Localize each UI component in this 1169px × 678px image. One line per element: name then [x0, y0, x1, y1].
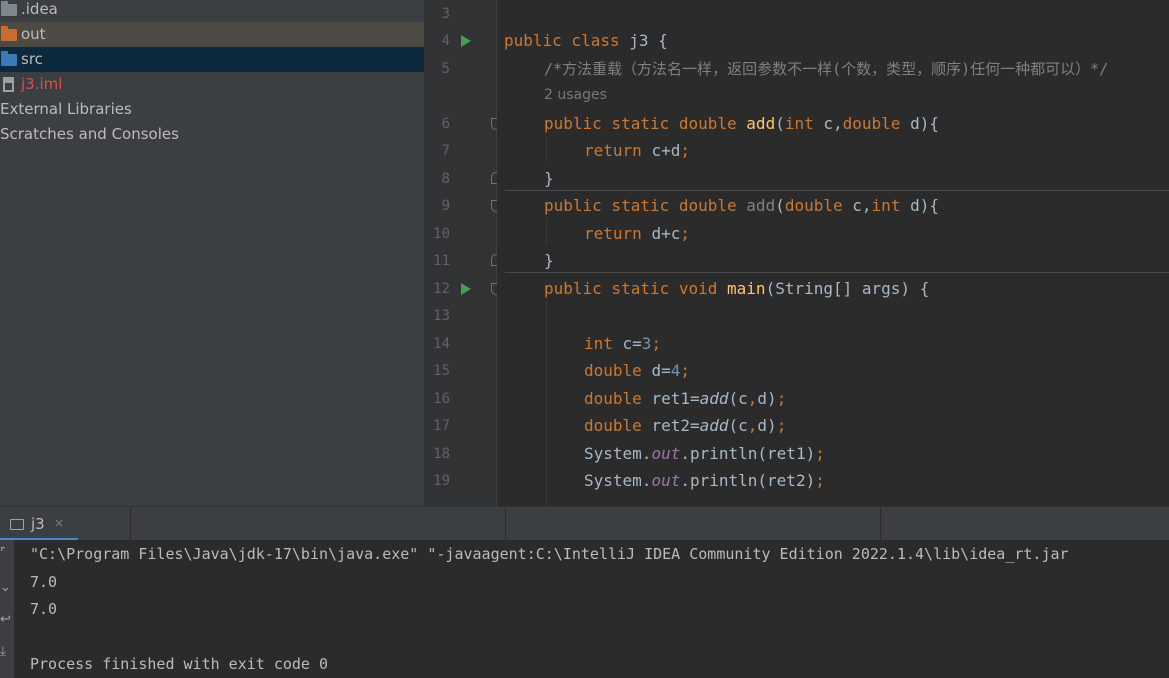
console-line: "C:\Program Files\Java\jdk-17\bin\java.e…: [30, 545, 1069, 563]
indent-guide: [546, 302, 547, 506]
code-line-11: }: [544, 251, 554, 270]
code-line-15: double d=4;: [584, 361, 690, 380]
code-line-10: return d+c;: [584, 224, 690, 243]
code-line-4: public class j3 {: [504, 31, 668, 50]
folder-icon: [1, 26, 17, 41]
code-line-16: double ret1=add(c,d);: [584, 389, 787, 408]
project-tool-window: .idea out src j3.iml External Libraries …: [0, 0, 424, 506]
line-number: 6: [441, 116, 450, 132]
tree-item-out[interactable]: out: [0, 22, 424, 47]
toolbar-divider: [130, 507, 131, 541]
line-number: 15: [433, 363, 450, 379]
line-number: 5: [441, 61, 450, 77]
run-tab[interactable]: j3 ×: [0, 507, 78, 541]
code-line-7: return c+d;: [584, 141, 690, 160]
usages-hint[interactable]: 2 usages: [544, 87, 607, 103]
console-output[interactable]: "C:\Program Files\Java\jdk-17\bin\java.e…: [14, 540, 1169, 678]
line-number: 4: [441, 33, 450, 49]
scroll-to-end-icon[interactable]: ⤓: [0, 644, 6, 659]
rerun-icon[interactable]: ⌃: [0, 542, 15, 560]
line-number: 12: [433, 281, 450, 297]
line-number: 13: [433, 308, 450, 324]
tree-item-label: .idea: [21, 0, 58, 18]
console-icon: [10, 519, 24, 530]
console-line: Process finished with exit code 0: [30, 655, 329, 673]
code-line-17: double ret2=add(c,d);: [584, 416, 787, 435]
soft-wrap-icon[interactable]: ↩: [0, 612, 11, 627]
line-number: 11: [433, 253, 450, 269]
tree-item-label: src: [21, 50, 43, 68]
code-line-6: public static double add(int c,double d)…: [544, 114, 939, 133]
run-main-icon[interactable]: [461, 283, 471, 295]
stop-icon[interactable]: ⌄: [0, 580, 11, 595]
module-file-icon: [3, 77, 14, 92]
console-line: 7.0: [30, 573, 58, 591]
code-line-19: System.out.println(ret2);: [584, 471, 825, 490]
line-number: 19: [433, 473, 450, 489]
line-number: 3: [441, 6, 450, 22]
toolbar-divider: [505, 507, 506, 541]
run-tab-label: j3: [31, 515, 45, 533]
run-tab-bar: j3 ×: [0, 506, 1169, 541]
console-line: 7.0: [30, 600, 58, 618]
toolbar-divider: [880, 507, 881, 541]
line-number: 18: [433, 446, 450, 462]
code-line-8: }: [544, 169, 554, 188]
indent-guide: [546, 136, 547, 162]
tree-item-scratches[interactable]: Scratches and Consoles: [0, 122, 424, 147]
line-number: 8: [441, 171, 450, 187]
folder-icon: [1, 1, 17, 16]
tree-item-external-libraries[interactable]: External Libraries: [0, 97, 424, 122]
line-number: 7: [441, 143, 450, 159]
tree-item-src[interactable]: src: [0, 47, 424, 72]
folder-icon: [1, 51, 17, 66]
tree-item-idea[interactable]: .idea: [0, 0, 424, 22]
line-number: 14: [433, 336, 450, 352]
line-number: 9: [441, 198, 450, 214]
code-line-14: int c=3;: [584, 334, 662, 353]
tree-item-j3-iml[interactable]: j3.iml: [0, 72, 424, 97]
tree-item-label: j3.iml: [21, 75, 63, 93]
run-side-toolbar: ⌃ ⌄ ↩ ⤓: [0, 540, 15, 678]
indent-guide: [546, 218, 547, 244]
tree-item-label: External Libraries: [0, 100, 132, 118]
tree-item-label: out: [21, 25, 46, 43]
line-number: 10: [433, 226, 450, 242]
line-number: 16: [433, 391, 450, 407]
close-icon[interactable]: ×: [54, 516, 64, 530]
method-separator: [505, 272, 1169, 273]
code-line-18: System.out.println(ret1);: [584, 444, 825, 463]
code-line-12: public static void main(String[] args) {: [544, 279, 930, 298]
code-line-9: public static double add(double c,int d)…: [544, 196, 939, 215]
run-class-icon[interactable]: [461, 35, 471, 47]
tree-item-label: Scratches and Consoles: [0, 125, 179, 143]
method-separator: [505, 190, 1169, 191]
code-line-5-comment: /*方法重载（方法名一样，返回参数不一样(个数，类型，顺序)任何一种都可以）*/: [544, 60, 1109, 78]
line-number: 17: [433, 418, 450, 434]
